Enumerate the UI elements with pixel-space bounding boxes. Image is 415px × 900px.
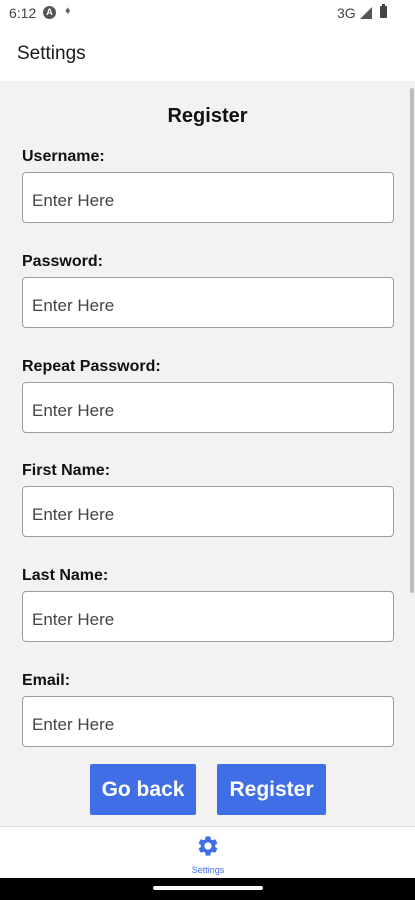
screen: 6:12 A ♦ 3G Settings Register Username: …: [0, 0, 415, 900]
last-name-label: Last Name:: [22, 567, 109, 584]
status-time: 6:12: [9, 5, 37, 21]
notification-app-icon: A: [43, 6, 56, 19]
repeat-password-input[interactable]: [22, 382, 394, 433]
gear-icon: [198, 836, 218, 856]
network-type: 3G: [337, 5, 356, 21]
system-navigation-bar: [0, 878, 415, 900]
home-gesture-handle[interactable]: [153, 886, 263, 890]
first-name-input[interactable]: [22, 486, 394, 537]
repeat-password-label: Repeat Password:: [22, 358, 161, 375]
email-input[interactable]: [22, 696, 394, 747]
username-input[interactable]: [22, 172, 394, 223]
status-bar: 6:12 A ♦ 3G: [0, 0, 415, 28]
first-name-label: First Name:: [22, 462, 111, 479]
username-label: Username:: [22, 148, 105, 165]
page-title: Settings: [17, 43, 86, 64]
email-label: Email:: [22, 672, 71, 689]
scrollbar[interactable]: [410, 88, 414, 593]
register-form: Register Username: Password: Repeat Pass…: [0, 81, 415, 826]
form-title: Register: [167, 105, 248, 127]
last-name-input[interactable]: [22, 591, 394, 642]
bottom-nav: Settings: [0, 826, 415, 879]
register-button[interactable]: Register: [217, 764, 326, 815]
notification-icon: ♦: [65, 5, 71, 17]
battery-icon: [380, 4, 387, 18]
nav-label-settings: Settings: [191, 865, 225, 875]
password-input[interactable]: [22, 277, 394, 328]
app-bar: Settings: [0, 28, 415, 81]
nav-item-settings[interactable]: Settings: [176, 827, 240, 879]
go-back-button[interactable]: Go back: [90, 764, 196, 815]
signal-icon: [360, 7, 372, 19]
password-label: Password:: [22, 253, 103, 270]
